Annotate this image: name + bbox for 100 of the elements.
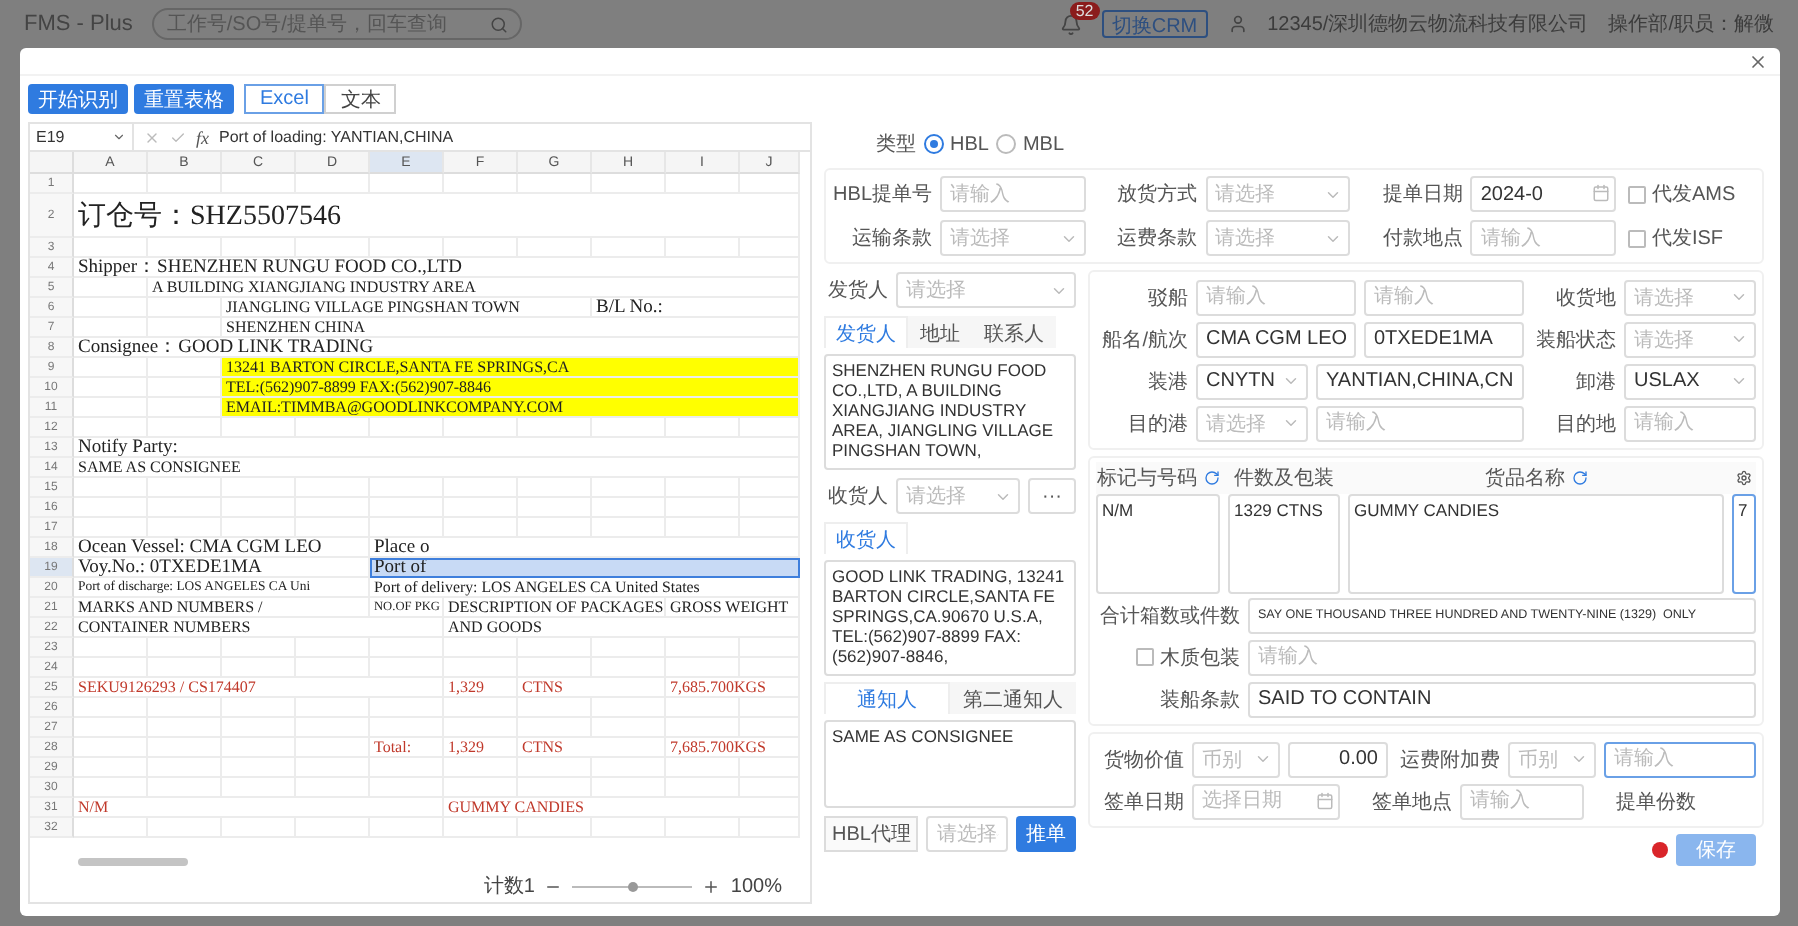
tab[interactable]: 通知人 [824,682,950,714]
sheet-cell[interactable] [74,378,148,398]
text-area[interactable]: 1329 CTNS [1228,494,1340,594]
search-icon[interactable] [490,15,509,33]
sheet-cell[interactable]: N/M [74,798,444,818]
sheet-cell[interactable]: CTNS [518,738,666,758]
sheet-cell[interactable] [74,738,148,758]
tab[interactable]: 收货人 [824,522,908,554]
sheet-cell[interactable] [74,638,148,658]
text-area[interactable]: GUMMY CANDIES [1348,494,1724,594]
mode-button[interactable]: Excel [244,84,325,114]
sheet-cell[interactable]: Notify Party: [74,438,800,458]
sheet-cell[interactable] [74,478,148,498]
sheet-cell[interactable] [74,358,148,378]
sheet-cell[interactable] [222,174,296,194]
sheet-cell[interactable] [74,278,148,298]
sheet-cell[interactable] [740,174,800,194]
check-icon[interactable] [170,129,186,145]
sheet-cell[interactable] [740,418,800,438]
sheet-cell[interactable]: SHENZHEN CHINA [222,318,800,338]
mode-button[interactable]: 文本 [324,84,397,114]
select-all-corner[interactable] [30,152,74,174]
text-area[interactable]: SAME AS CONSIGNEE [824,720,1076,808]
text-field[interactable]: CMA CGM LEO [1196,321,1356,357]
refresh-icon[interactable] [1571,470,1587,486]
zoom-in-icon[interactable] [702,877,721,895]
sheet-cell[interactable] [518,418,592,438]
sheet-cell[interactable]: 1,329 [444,738,518,758]
refresh-icon[interactable] [1203,470,1219,486]
tab[interactable]: 发货人 [824,316,908,348]
sheet-cell[interactable] [74,778,148,798]
sheet-cell[interactable] [666,174,740,194]
text-area[interactable]: SHENZHEN RUNGU FOOD CO.,LTD, A BUILDING XIANGJIANG INDUSTRY AREA, JIANGLING VILLAGE PINGSHAN TOWN, [824,354,1076,470]
text-area[interactable]: GOOD LINK TRADING, 13241 BARTON CIRCLE,SANTA FE SPRINGS,CA.90670 U.S.A, TEL:(562)907-8899 FAX:(562)907-8846, [824,560,1076,676]
sheet-cell[interactable]: SEKU9126293 / CS174407 [74,678,444,698]
sheet-cell[interactable]: MARKS AND NUMBERS / [74,598,370,618]
select-field[interactable]: USLAX [1624,363,1756,399]
sheet-cell[interactable]: GROSS WEIGHT [666,598,800,618]
function-label[interactable]: fx [196,127,209,147]
sheet-cell[interactable]: TEL:(562)907-8899 FAX:(562)907-8846 [222,378,800,398]
text-area[interactable]: N/M [1096,494,1220,594]
sheet-cell[interactable] [74,758,148,778]
sheet-cell[interactable] [148,174,222,194]
sheet-cell[interactable]: AND GOODS [444,618,800,638]
more-button[interactable]: ··· [1028,478,1076,514]
action-button[interactable]: 重置表格 [134,84,234,114]
sheet-cell[interactable]: 1,329 [444,678,518,698]
sheet-cell[interactable]: Port of [370,558,800,578]
sheet-cell[interactable]: 13241 BARTON CIRCLE,SANTA FE SPRINGS,CA [222,358,800,378]
gear-icon[interactable] [1736,470,1752,486]
sheet-cell[interactable] [296,174,370,194]
sheet-cell[interactable]: B/L No.: [592,298,800,318]
cancel-icon[interactable] [144,129,160,145]
sheet-cell[interactable] [74,174,148,194]
checkbox[interactable] [1627,185,1646,203]
checkbox[interactable] [1627,229,1646,247]
sheet-cell[interactable]: A BUILDING XIANGJIANG INDUSTRY AREA [148,278,800,298]
text-field[interactable]: 0.00 [1288,741,1388,777]
sheet-cell[interactable] [74,418,148,438]
sheet-cell[interactable] [592,174,666,194]
sheet-cell[interactable] [74,398,148,418]
sheet-cell[interactable]: DESCRIPTION OF PACKAGES [444,598,666,618]
select-field[interactable]: CNYTN [1196,363,1308,399]
push-button[interactable]: 推单 [1016,816,1076,852]
text-field[interactable]: SAID TO CONTAIN [1248,681,1756,717]
sheet-cell[interactable] [370,174,444,194]
sheet-cell[interactable]: JIANGLING VILLAGE PINGSHAN TOWN [222,298,592,318]
close-icon[interactable] [1748,51,1768,71]
sheet-cell[interactable] [518,174,592,194]
sheet-cell[interactable] [74,238,148,258]
action-button[interactable]: 开始识别 [28,84,128,114]
sheet-cell[interactable] [74,718,148,738]
sheet-cell[interactable] [74,498,148,518]
text-field[interactable]: 0TXEDE1MA [1364,321,1524,357]
sheet-cell[interactable] [74,298,148,318]
sheet-cell[interactable] [74,698,148,718]
sheet-cell[interactable]: 7,685.700KGS [666,738,800,758]
sheet-cell[interactable] [74,518,148,538]
sheet-cell[interactable]: CTNS [518,678,666,698]
sheet-cell[interactable]: Shipper：SHENZHEN RUNGU FOOD CO.,LTD [74,258,800,278]
date-field[interactable]: 2024-0 [1470,176,1616,212]
sheet-cell[interactable]: 7,685.700KGS [666,678,800,698]
tab[interactable]: 第二通知人 [950,682,1076,714]
sheet-cell[interactable] [370,418,444,438]
sheet-cell[interactable]: GUMMY CANDIES [444,798,800,818]
sheet-cell[interactable] [444,174,518,194]
sheet-cell[interactable]: Voy.No.: 0TXEDE1MA [74,558,370,578]
radio-button[interactable] [924,134,944,154]
radio-button[interactable] [996,134,1017,154]
sheet-cell[interactable] [74,318,148,338]
sheet-cell[interactable] [666,418,740,438]
sheet-cell[interactable]: 订仓号：SHZ5507546 [74,194,800,238]
text-area[interactable]: 7 [1732,494,1756,594]
sheet-cell[interactable] [222,418,296,438]
user-icon[interactable] [1227,14,1248,34]
tab[interactable]: 联系人 [972,316,1056,348]
scrollbar-thumb[interactable] [78,858,188,866]
sheet-cell[interactable] [148,418,222,438]
sheet-cell[interactable]: CONTAINER NUMBERS [74,618,444,638]
date-field[interactable]: 选择日期 [1192,783,1340,819]
